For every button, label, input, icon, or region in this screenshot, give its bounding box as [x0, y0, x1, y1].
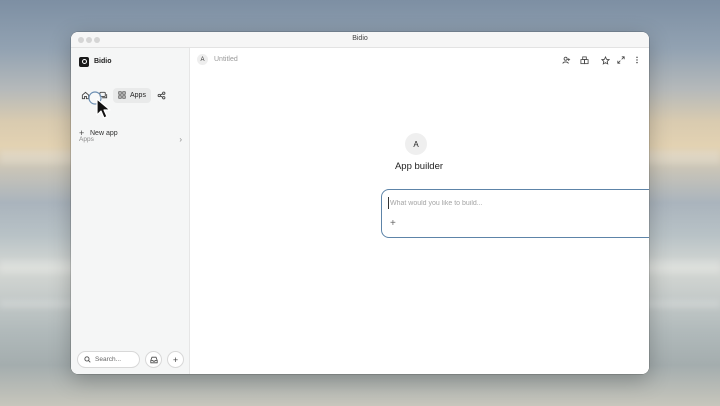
apps-section-label: Apps [79, 135, 94, 143]
brand: Bidio [79, 56, 112, 67]
search-button[interactable]: Search... [77, 351, 140, 368]
apps-section-header[interactable]: Apps › [79, 134, 182, 144]
inbox-button[interactable] [145, 351, 162, 368]
prompt-input[interactable] [388, 197, 649, 209]
mouse-cursor-icon [88, 91, 111, 119]
doc-title[interactable]: Untitled [214, 56, 238, 63]
add-button[interactable]: + [167, 351, 184, 368]
search-icon [84, 356, 91, 363]
favorite-button[interactable] [599, 54, 611, 66]
main-area: A Untitled A App builder What would you … [190, 48, 649, 374]
prompt-box: + [381, 189, 649, 238]
chevron-right-icon: › [179, 134, 182, 144]
more-icon [636, 56, 638, 64]
inbox-icon [149, 356, 158, 363]
search-label: Search... [95, 356, 122, 363]
prompt-attach-icon[interactable]: + [390, 219, 396, 229]
nav-share-button[interactable] [154, 88, 170, 103]
extensions-button[interactable] [578, 54, 590, 66]
more-options-button[interactable] [631, 54, 643, 66]
plus-icon: + [172, 354, 179, 365]
expand-icon [617, 56, 625, 64]
extensions-icon [579, 55, 589, 64]
window-title: Bidio [352, 35, 368, 42]
page-title: App builder [394, 161, 444, 172]
share-person-button[interactable] [560, 54, 572, 66]
apps-grid-icon [118, 91, 126, 99]
brand-logo-icon [79, 56, 89, 67]
expand-button[interactable] [615, 54, 627, 66]
doc-avatar[interactable]: A [197, 54, 208, 65]
share-person-icon [561, 56, 570, 64]
app-builder-avatar: A [405, 133, 427, 155]
window-titlebar[interactable]: Bidio [71, 32, 649, 48]
app-window: Bidio Bidio Apps + New app Apps › Search… [71, 32, 649, 374]
star-icon [600, 55, 610, 65]
sidebar-footer: Search... + [77, 351, 185, 368]
nav-apps-label: Apps [130, 91, 146, 99]
brand-name: Bidio [94, 58, 112, 65]
share-icon [158, 91, 166, 99]
main-topbar: A Untitled [190, 53, 649, 67]
nav-apps-button[interactable]: Apps [113, 87, 151, 103]
